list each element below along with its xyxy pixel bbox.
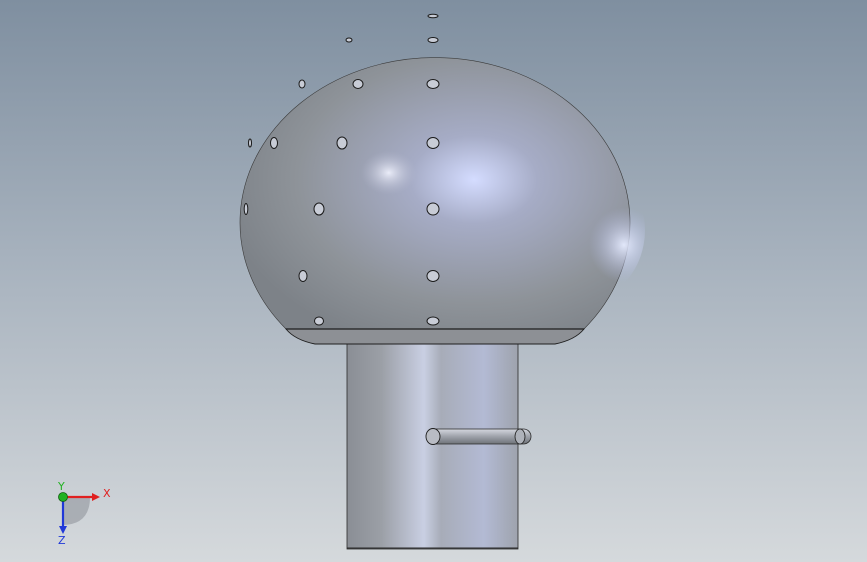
x-axis-label: X (103, 487, 111, 500)
spray-hole (270, 137, 278, 149)
axis-triad[interactable]: X Y Z (57, 480, 111, 547)
3d-viewport[interactable]: X Y Z (0, 0, 867, 562)
x-arrow-head (92, 493, 100, 501)
model-canvas[interactable]: X Y Z (0, 0, 867, 562)
spray-hole (298, 270, 308, 282)
spray-hole (426, 79, 440, 89)
spray-hole (336, 136, 348, 150)
y-axis-label: Y (57, 480, 65, 493)
spray-hole (243, 203, 249, 215)
spray-hole (248, 138, 252, 148)
cross-pin[interactable] (425, 428, 532, 445)
spray-hole (426, 202, 440, 216)
spray-hole (427, 13, 439, 19)
spray-hole (426, 316, 440, 326)
spray-hole (345, 37, 353, 43)
z-arrow-head (59, 526, 67, 534)
spray-hole (314, 316, 324, 326)
spray-hole (426, 270, 440, 282)
spray-hole (427, 37, 439, 43)
spray-hole (313, 202, 325, 216)
y-axis-dot (58, 492, 68, 502)
spray-hole (426, 137, 440, 149)
z-axis-label: Z (58, 534, 66, 547)
spray-hole (352, 79, 364, 89)
spray-hole (298, 79, 306, 89)
spray-ball-sphere[interactable] (239, 57, 645, 345)
